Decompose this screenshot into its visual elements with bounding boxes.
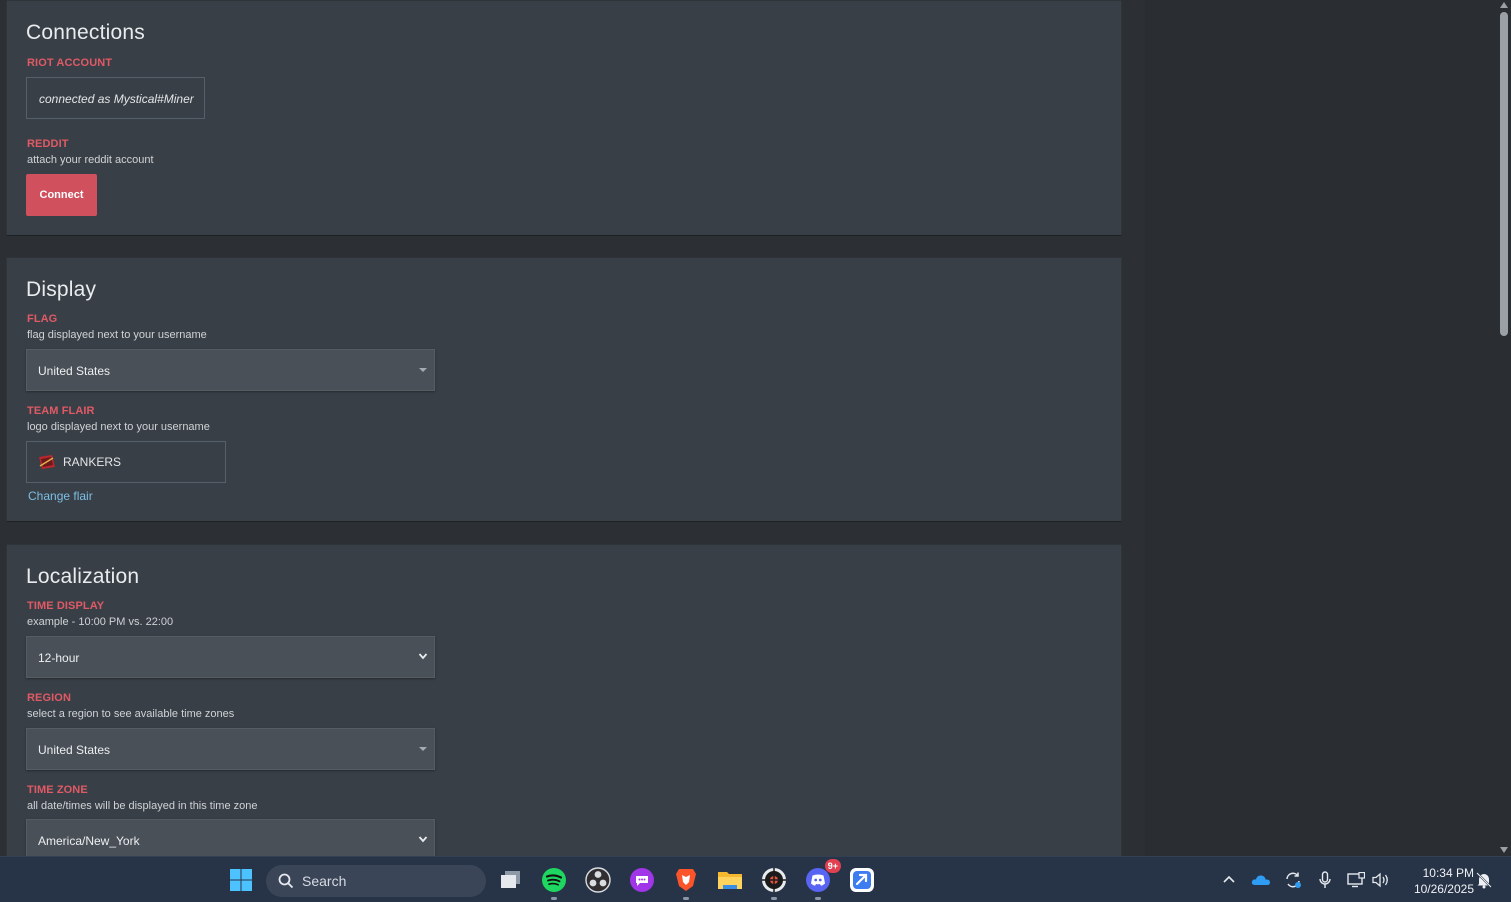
clock-date: 10/26/2025 (1413, 882, 1474, 896)
time-zone-hint: all date/times will be displayed in this… (27, 800, 258, 812)
caret-down-icon (419, 747, 427, 751)
settings-page: Connections RIOT ACCOUNT connected as My… (0, 0, 1145, 856)
region-value: United States (38, 743, 111, 757)
volume-icon[interactable] (1371, 870, 1391, 890)
chevron-down-icon (418, 836, 428, 843)
team-flair-name: RANKERS (63, 455, 122, 469)
region-hint: select a region to see available time zo… (27, 708, 235, 720)
game-client-icon[interactable] (759, 865, 789, 900)
network-icon[interactable] (1346, 870, 1366, 890)
time-zone-label: TIME ZONE (27, 784, 88, 796)
connections-panel: Connections RIOT ACCOUNT connected as My… (6, 0, 1122, 236)
scroll-down-icon[interactable] (1500, 847, 1508, 853)
spotify-icon[interactable] (539, 865, 569, 900)
running-indicator (815, 897, 821, 900)
chevron-down-icon (418, 653, 428, 660)
time-display-hint: example - 10:00 PM vs. 22:00 (27, 616, 174, 628)
taskbar: Search 9+ 10:34 PM 10/26/2025 (0, 856, 1511, 902)
notification-icon[interactable] (1474, 870, 1494, 890)
reddit-connect-button[interactable]: Connect (26, 174, 97, 216)
time-zone-select[interactable]: America/New_York (26, 819, 435, 856)
running-indicator (771, 897, 777, 900)
time-display-select[interactable]: 12-hour (26, 636, 435, 678)
discord-icon[interactable]: 9+ (803, 859, 841, 900)
team-flair-hint: logo displayed next to your username (27, 421, 210, 433)
scroll-thumb[interactable] (1500, 12, 1508, 336)
microphone-icon[interactable] (1315, 870, 1335, 890)
taskbar-clock[interactable]: 10:34 PM 10/26/2025 (1398, 865, 1474, 897)
display-title: Display (26, 278, 97, 301)
search-icon (278, 873, 294, 889)
chevron-up-icon[interactable] (1219, 870, 1239, 890)
team-logo-icon (38, 454, 56, 470)
page-scrollbar[interactable] (1497, 0, 1511, 856)
flag-label: FLAG (27, 313, 58, 325)
riot-account-label: RIOT ACCOUNT (27, 57, 113, 69)
time-zone-value: America/New_York (38, 834, 140, 848)
region-label: REGION (27, 692, 71, 704)
scroll-up-icon[interactable] (1500, 2, 1508, 8)
reddit-hint: attach your reddit account (27, 154, 154, 166)
sync-icon[interactable] (1283, 870, 1303, 890)
region-select[interactable]: United States (26, 728, 435, 770)
clock-time: 10:34 PM (1422, 866, 1474, 880)
search-placeholder: Search (302, 873, 347, 889)
flag-hint: flag displayed next to your username (27, 329, 207, 341)
taskbar-search[interactable]: Search (266, 865, 486, 897)
time-display-label: TIME DISPLAY (27, 600, 105, 612)
localization-title: Localization (26, 565, 140, 588)
windows-start-icon[interactable] (226, 865, 256, 895)
team-flair-label: TEAM FLAIR (27, 405, 95, 417)
discord-notification-badge: 9+ (824, 859, 841, 873)
flag-select[interactable]: United States (26, 349, 435, 391)
task-view-icon[interactable] (496, 865, 526, 895)
app-icon[interactable] (847, 865, 877, 895)
file-explorer-icon[interactable] (715, 865, 745, 895)
onedrive-icon[interactable] (1251, 870, 1271, 890)
running-indicator (683, 897, 689, 900)
change-flair-link[interactable]: Change flair (28, 489, 93, 503)
time-display-value: 12-hour (38, 651, 80, 665)
right-sidebar (1145, 0, 1497, 856)
caret-down-icon (419, 368, 427, 372)
riot-account-status: connected as Mystical#Miner (26, 77, 205, 119)
running-indicator (551, 897, 557, 900)
chat-app-icon[interactable] (627, 865, 657, 895)
reddit-label: REDDIT (27, 138, 69, 150)
obs-icon[interactable] (583, 865, 613, 895)
flag-select-value: United States (38, 364, 111, 378)
brave-browser-icon[interactable] (671, 865, 701, 900)
display-panel: Display FLAG flag displayed next to your… (6, 257, 1122, 522)
localization-panel: Localization TIME DISPLAY example - 10:0… (6, 544, 1122, 856)
team-flair-display: RANKERS (26, 441, 226, 483)
connections-title: Connections (26, 21, 145, 44)
